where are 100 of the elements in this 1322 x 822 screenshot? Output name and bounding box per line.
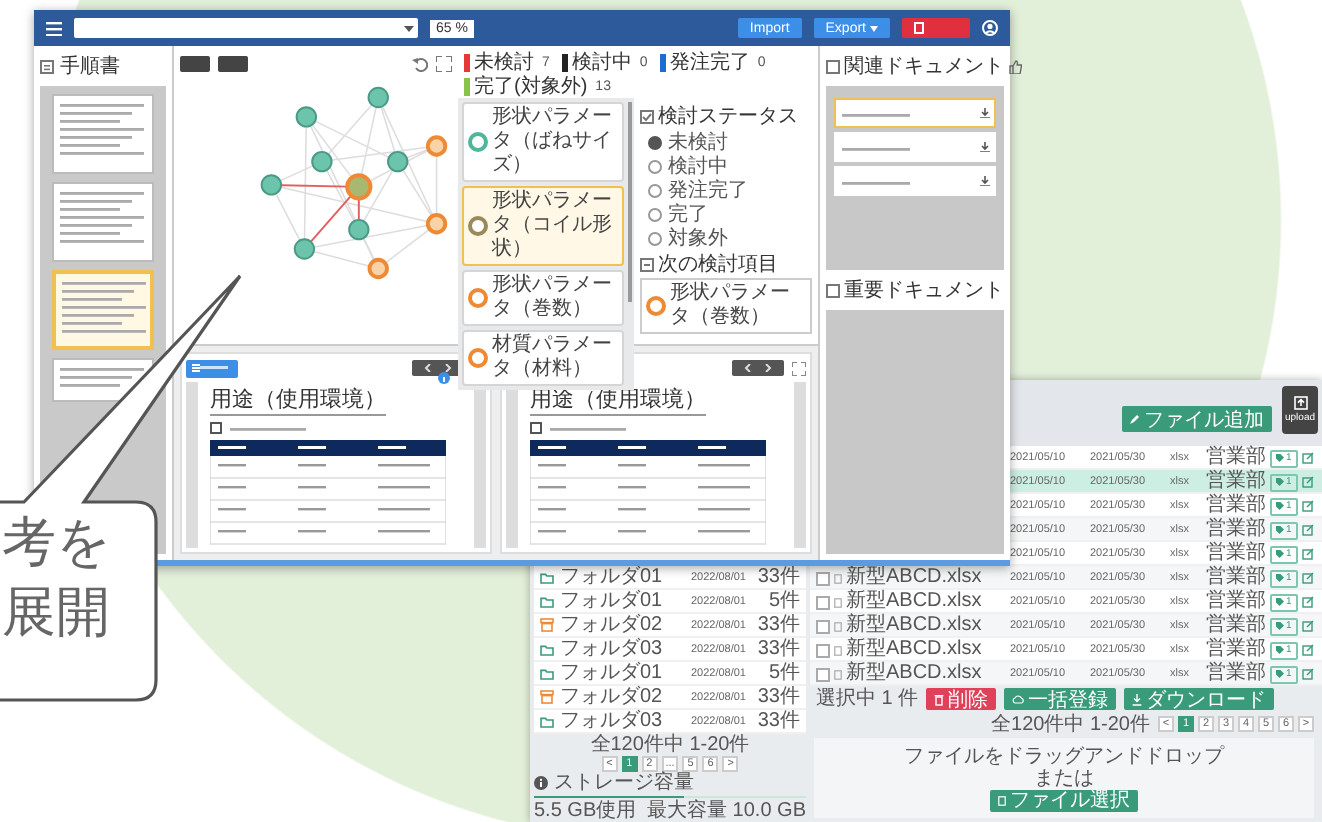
drop-zone-text: ファイルをドラッグアンドドロップ [904,745,1224,767]
archive-icon [540,618,554,632]
graph-node[interactable] [260,174,283,196]
graph-node[interactable] [295,106,318,128]
edit-icon[interactable] [1302,500,1314,512]
file-name[interactable]: 新型ABCD.xlsx [846,614,982,638]
menu-icon[interactable] [46,21,62,35]
section-title: 検討ステータス [658,103,798,130]
edit-icon[interactable] [1302,668,1314,680]
status-option[interactable]: 完了 [640,202,812,226]
tag-icon [1276,598,1284,606]
item-label: 形状パラメータ（巻数） [492,274,614,322]
page-thumbnail[interactable] [52,270,154,350]
file-icon [834,645,842,655]
alert-button[interactable] [902,18,970,38]
graph-node[interactable] [293,238,316,260]
thumbs-up-icon[interactable] [1008,59,1022,73]
edit-icon[interactable] [1302,548,1314,560]
graph-node[interactable] [367,86,389,109]
edit-icon[interactable] [1302,644,1314,656]
download-icon [1132,693,1143,705]
panel-title: 手順書 [60,53,120,80]
download-icon [980,142,990,152]
caret-icon [404,25,414,31]
file-name[interactable]: 新型ABCD.xlsx [846,638,982,662]
graph-node[interactable] [348,218,370,241]
text-lines-drawing [840,143,912,151]
row-checkbox[interactable] [816,643,830,657]
tag-icon [1276,550,1284,558]
file-name[interactable]: 新型ABCD.xlsx [846,566,982,590]
list-item[interactable]: 材質パラメータ（材料） [462,330,624,386]
tag-icon [1276,526,1284,534]
graph-node[interactable] [387,150,409,173]
graph-node[interactable] [367,257,389,280]
row-checkbox[interactable] [816,619,830,633]
number-box-icon [210,422,222,434]
row-checkbox[interactable] [816,571,830,585]
status-option[interactable]: 発注完了 [640,178,812,202]
radio-button[interactable] [648,231,662,245]
tag-icon [1276,646,1284,654]
view-mode-button[interactable] [186,359,238,377]
radio-button[interactable] [648,159,662,173]
graph-node[interactable] [345,173,373,201]
text-lines-drawing [548,424,628,432]
edit-icon[interactable] [1302,476,1314,488]
list-item[interactable]: 形状パラメータ（コイル形状） [462,186,624,266]
fullscreen-icon[interactable] [436,55,452,71]
number-box-icon [530,422,542,434]
upload-icon [1293,396,1307,410]
row-checkbox[interactable] [816,667,830,681]
fullscreen-icon[interactable] [792,361,806,375]
edit-icon[interactable] [1302,452,1314,464]
edit-icon[interactable] [1302,572,1314,584]
box-icon [826,283,840,297]
edit-icon[interactable] [1302,620,1314,632]
graph-node[interactable] [425,135,448,157]
info-icon[interactable] [534,776,548,790]
page-thumbnail[interactable] [52,182,154,262]
undo-icon[interactable] [412,55,428,71]
text-lines-drawing [840,109,912,117]
document-card[interactable] [834,98,996,128]
department-cell-text: 営業部 [1206,662,1268,686]
section-title: 次の検討項目 [658,251,778,278]
radio-button[interactable] [648,183,662,197]
radio-button[interactable] [648,207,662,221]
tag-icon [1276,454,1284,462]
row-checkbox[interactable] [816,595,830,609]
graph-node[interactable] [311,150,333,173]
status-option[interactable]: 検討中 [640,154,812,178]
box-icon [826,59,840,73]
info-icon[interactable] [438,372,450,384]
status-option[interactable]: 未検討 [640,130,812,154]
list-item[interactable]: 形状パラメータ（巻数） [462,270,624,326]
edit-icon[interactable] [1302,524,1314,536]
graph-node[interactable] [425,213,448,235]
pencil-icon [1130,414,1140,424]
next-item-card[interactable]: 形状パラメータ（巻数） [640,278,812,334]
file-select-field[interactable] [74,18,418,38]
radio-button[interactable] [648,135,662,149]
panel-title: 重要ドキュメント [844,277,1004,304]
status-option[interactable]: 対象外 [640,226,812,250]
view-toggle-button[interactable] [218,55,248,71]
text-lines-drawing [60,278,148,338]
edit-icon[interactable] [1302,596,1314,608]
file-name[interactable]: 新型ABCD.xlsx [846,590,982,614]
page-thumbnail[interactable] [52,94,154,174]
document-icon [914,22,924,34]
view-toggle-button[interactable] [180,55,210,71]
drop-zone[interactable]: ファイルをドラッグアンドドロップ または ファイル選択 [814,738,1314,818]
result-count: 全120件中 1-20件 [991,713,1150,735]
delete-button[interactable]: 削除 [926,688,997,710]
file-name[interactable]: 新型ABCD.xlsx [846,662,982,686]
text-lines-drawing [58,364,146,392]
list-item[interactable]: 形状パラメータ（ばねサイズ） [462,102,624,182]
file-icon [998,795,1006,805]
storage-max: 最大容量 10.0 GB [647,800,806,822]
user-icon[interactable] [982,20,998,36]
page-nav-button[interactable] [732,360,784,376]
download-icon [980,108,990,118]
callout-text: 展開 [2,582,112,644]
